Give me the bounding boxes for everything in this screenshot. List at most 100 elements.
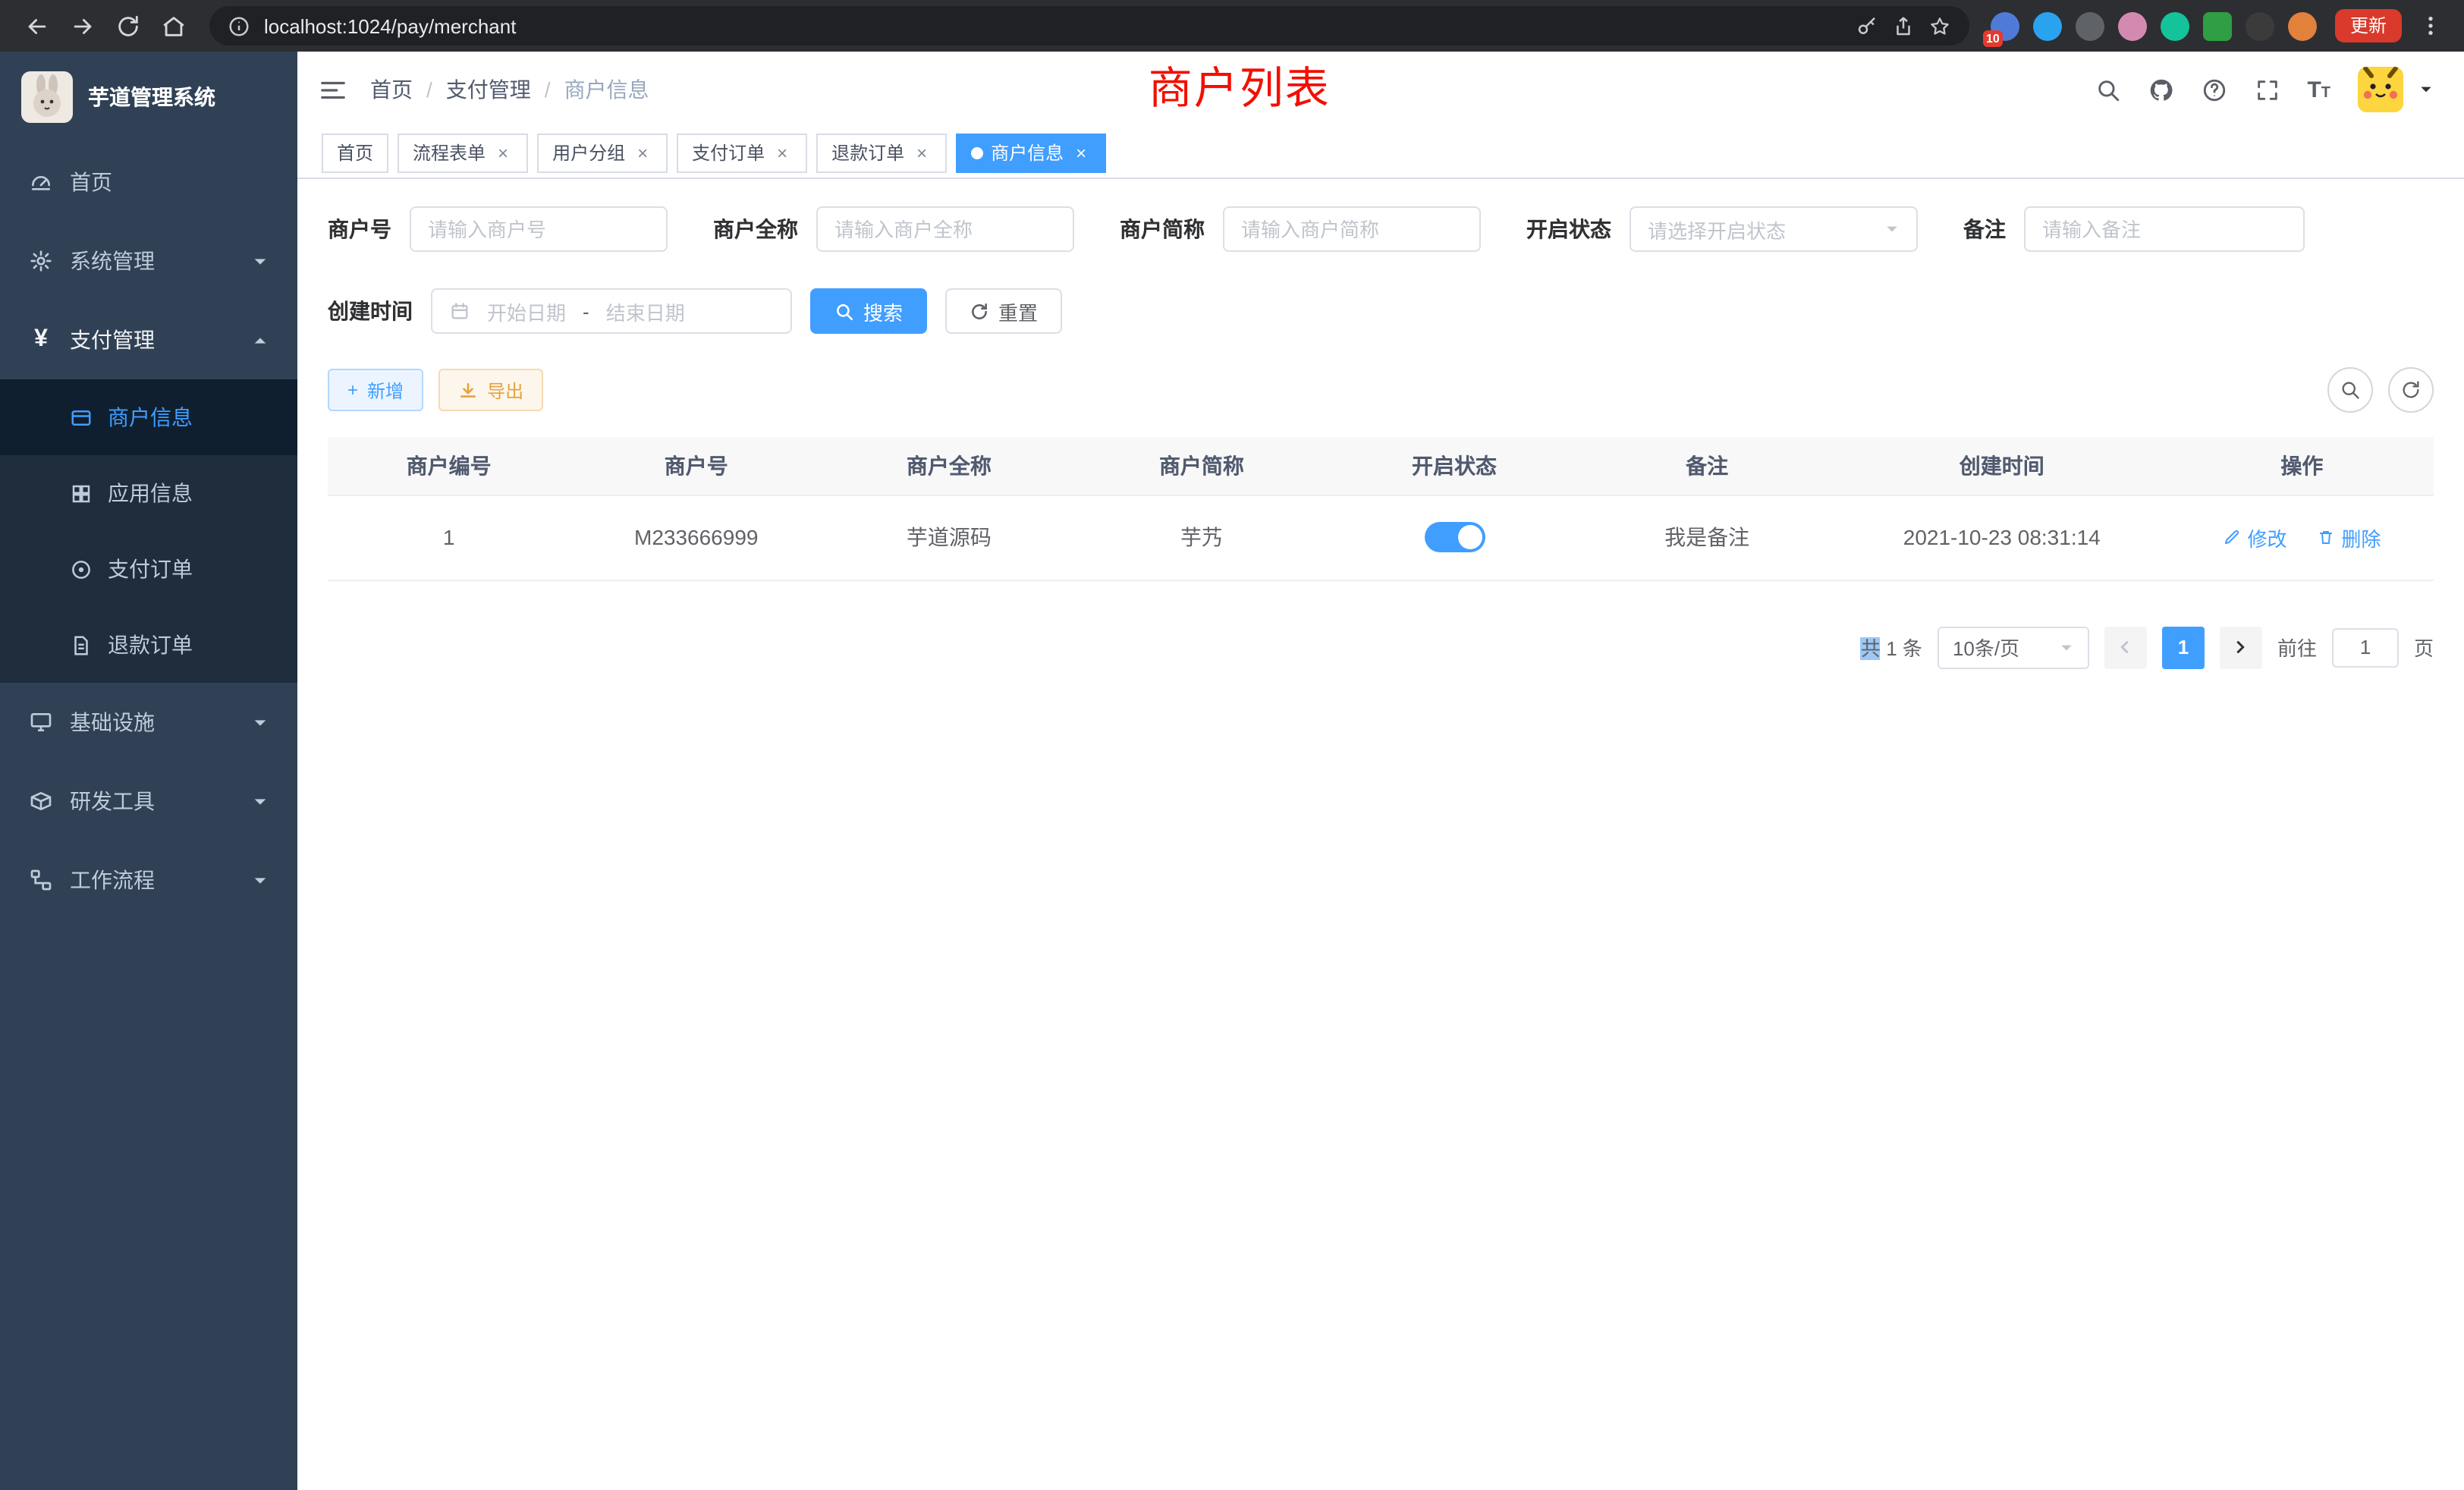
sidebar-item-app-info[interactable]: 应用信息 xyxy=(0,455,297,531)
prev-page-button[interactable] xyxy=(2104,626,2147,668)
tags-view-bar: 首页 流程表单 × 用户分组 × 支付订单 × 退款订单 × 商户信息 × xyxy=(297,127,2464,179)
tab-refund-order[interactable]: 退款订单 × xyxy=(816,133,947,172)
goto-page-input[interactable] xyxy=(2332,627,2399,667)
column-header: 商户简称 xyxy=(1075,437,1328,495)
fullscreen-icon[interactable] xyxy=(2254,77,2280,102)
sidebar: 芋道管理系统 首页 系统管理 ¥ 支付管理 商户信息 xyxy=(0,52,297,1490)
sidebar-item-refund-order[interactable]: 退款订单 xyxy=(0,607,297,683)
export-button[interactable]: 导出 xyxy=(438,369,543,411)
breadcrumb-home[interactable]: 首页 xyxy=(370,74,413,105)
extension-icon[interactable] xyxy=(2203,11,2232,40)
remark-input[interactable] xyxy=(2024,206,2305,252)
grid-icon xyxy=(70,482,93,505)
column-header: 开启状态 xyxy=(1328,437,1581,495)
full-name-input[interactable] xyxy=(816,206,1074,252)
date-range-picker[interactable]: 开始日期 - 结束日期 xyxy=(431,288,792,334)
hamburger-icon[interactable] xyxy=(319,75,347,104)
extension-icon[interactable] xyxy=(2033,11,2062,40)
sidebar-item-home[interactable]: 首页 xyxy=(0,143,297,222)
browser-update-button[interactable]: 更新 xyxy=(2335,9,2402,42)
forward-icon[interactable] xyxy=(61,5,103,47)
tab-home[interactable]: 首页 xyxy=(322,133,388,172)
target-icon xyxy=(70,558,93,580)
filter-label: 备注 xyxy=(1963,214,2006,244)
sidebar-item-dev-tools[interactable]: 研发工具 xyxy=(0,762,297,841)
merchant-no-input[interactable] xyxy=(410,206,668,252)
browser-menu-icon[interactable] xyxy=(2418,14,2443,38)
chevron-down-icon xyxy=(252,872,269,888)
search-icon[interactable] xyxy=(2095,77,2120,102)
tab-merchant-info[interactable]: 商户信息 × xyxy=(956,133,1106,172)
extension-icon[interactable]: 10 xyxy=(1991,11,2019,40)
site-info-icon[interactable] xyxy=(228,14,250,37)
date-separator: - xyxy=(583,300,589,322)
close-icon[interactable]: × xyxy=(772,143,792,162)
search-icon xyxy=(834,301,854,321)
reset-button[interactable]: 重置 xyxy=(945,288,1062,334)
close-icon[interactable]: × xyxy=(633,143,652,162)
browser-toolbar: localhost:1024/pay/merchant 10 更新 xyxy=(0,0,2464,52)
add-button[interactable]: + 新增 xyxy=(328,369,423,411)
delete-link[interactable]: 删除 xyxy=(2317,523,2381,552)
password-key-icon[interactable] xyxy=(1856,14,1878,37)
sidebar-item-merchant-info[interactable]: 商户信息 xyxy=(0,379,297,455)
sidebar-item-label: 系统管理 xyxy=(70,246,155,276)
share-icon[interactable] xyxy=(1892,14,1915,37)
filter-merchant-no: 商户号 xyxy=(328,206,668,252)
reload-icon[interactable] xyxy=(106,5,149,47)
bookmark-star-icon[interactable] xyxy=(1928,14,1951,37)
search-button[interactable]: 搜索 xyxy=(810,288,927,334)
sidebar-item-system[interactable]: 系统管理 xyxy=(0,222,297,300)
font-size-icon[interactable]: TT xyxy=(2307,78,2330,101)
sidebar-item-workflow[interactable]: 工作流程 xyxy=(0,841,297,919)
breadcrumb-payment[interactable]: 支付管理 xyxy=(446,74,531,105)
short-name-input[interactable] xyxy=(1223,206,1481,252)
extension-icon[interactable] xyxy=(2076,11,2104,40)
sidebar-item-pay-order[interactable]: 支付订单 xyxy=(0,531,297,607)
home-icon[interactable] xyxy=(152,5,194,47)
close-icon[interactable]: × xyxy=(493,143,513,162)
column-header: 商户编号 xyxy=(328,437,570,495)
help-icon[interactable] xyxy=(2201,77,2227,102)
sidebar-item-payment[interactable]: ¥ 支付管理 xyxy=(0,300,297,379)
github-icon[interactable] xyxy=(2148,77,2173,102)
tab-pay-order[interactable]: 支付订单 × xyxy=(677,133,807,172)
filter-label: 商户全称 xyxy=(713,214,798,244)
calendar-icon xyxy=(449,300,470,322)
caret-down-icon[interactable] xyxy=(2418,82,2434,97)
edit-link[interactable]: 修改 xyxy=(2224,523,2287,552)
filter-label: 商户号 xyxy=(328,214,391,244)
address-bar[interactable]: localhost:1024/pay/merchant xyxy=(209,6,1969,46)
tab-user-group[interactable]: 用户分组 × xyxy=(537,133,668,172)
app-logo[interactable]: 芋道管理系统 xyxy=(0,52,297,143)
user-avatar[interactable] xyxy=(2358,67,2403,112)
status-toggle[interactable] xyxy=(1424,522,1485,552)
page-size-select[interactable]: 10条/页 xyxy=(1938,626,2089,668)
extension-icon[interactable] xyxy=(2118,11,2147,40)
refresh-table-button[interactable] xyxy=(2388,367,2434,413)
refresh-icon xyxy=(970,301,989,321)
filter-full-name: 商户全称 xyxy=(713,206,1074,252)
column-header: 商户号 xyxy=(570,437,822,495)
tab-process-form[interactable]: 流程表单 × xyxy=(398,133,528,172)
next-page-button[interactable] xyxy=(2220,626,2262,668)
extension-icon[interactable] xyxy=(2161,11,2189,40)
status-select[interactable]: 请选择开启状态 xyxy=(1630,206,1918,252)
date-end-placeholder: 结束日期 xyxy=(606,297,685,325)
show-search-button[interactable] xyxy=(2327,367,2373,413)
profile-avatar-icon[interactable] xyxy=(2288,11,2317,40)
chevron-down-icon xyxy=(252,793,269,809)
chevron-down-icon xyxy=(252,253,269,269)
filter-label: 开启状态 xyxy=(1526,214,1611,244)
download-icon xyxy=(458,380,478,400)
sidebar-item-infrastructure[interactable]: 基础设施 xyxy=(0,683,297,762)
extension-icon[interactable] xyxy=(2246,11,2274,40)
workflow-icon xyxy=(29,868,53,892)
page-number-active[interactable]: 1 xyxy=(2162,626,2205,668)
close-icon[interactable]: × xyxy=(912,143,932,162)
back-icon[interactable] xyxy=(15,5,58,47)
search-icon xyxy=(2340,379,2361,401)
sidebar-item-label: 退款订单 xyxy=(108,630,193,660)
monitor-icon xyxy=(29,710,53,734)
close-icon[interactable]: × xyxy=(1071,143,1091,162)
